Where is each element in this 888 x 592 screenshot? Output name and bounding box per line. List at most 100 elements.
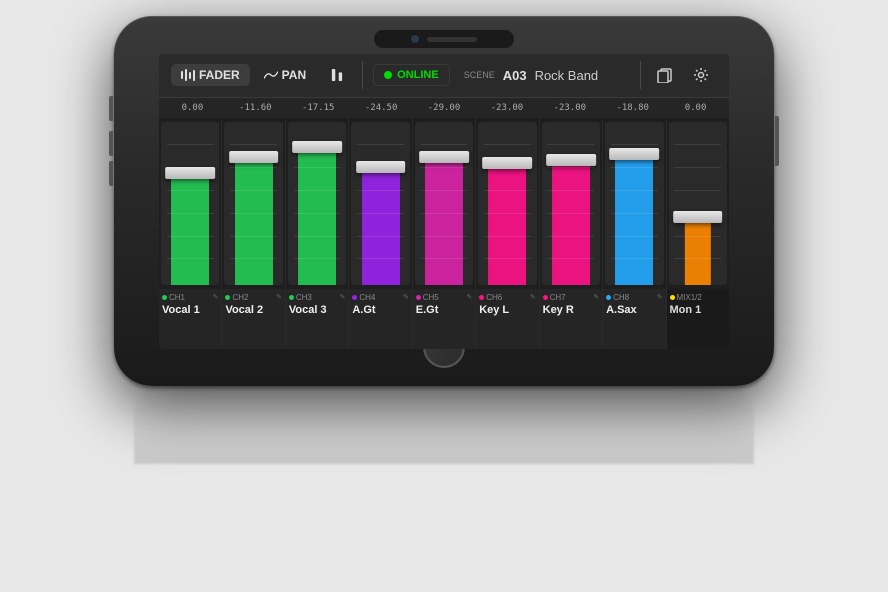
fader-handle-3[interactable] bbox=[356, 161, 406, 173]
channel-strip-0[interactable] bbox=[159, 118, 222, 289]
channel-name-1: Vocal 2 bbox=[225, 304, 281, 316]
scene-id: A03 bbox=[503, 68, 527, 83]
db-row: 0.00-11.60-17.15-24.50-29.00-23.00-23.00… bbox=[159, 98, 729, 118]
fader-handle-6[interactable] bbox=[546, 154, 596, 166]
phone-top-bar bbox=[374, 30, 514, 48]
camera bbox=[411, 35, 419, 43]
fader-fill-0 bbox=[171, 167, 209, 284]
fader-track-4 bbox=[415, 122, 473, 285]
online-label: ONLINE bbox=[397, 69, 439, 81]
fader-label: FADER bbox=[199, 68, 240, 82]
channel-id-2: CH3 ✎ bbox=[289, 293, 345, 302]
channel-label-1: CH2✎ Vocal 2 bbox=[222, 289, 285, 349]
graph-button[interactable] bbox=[320, 65, 354, 85]
db-value-4: -29.00 bbox=[413, 103, 476, 113]
channel-strip-8[interactable] bbox=[667, 118, 729, 289]
db-value-3: -24.50 bbox=[350, 103, 413, 113]
fader-fill-7 bbox=[615, 148, 653, 285]
db-value-1: -11.60 bbox=[224, 103, 287, 113]
channel-label-3: CH4 ✎ A.Gt bbox=[349, 289, 412, 349]
pan-button[interactable]: PAN bbox=[254, 64, 316, 86]
toolbar-divider2 bbox=[640, 61, 641, 89]
speaker bbox=[427, 37, 477, 42]
channel-name-0: Vocal 1 bbox=[162, 304, 218, 316]
db-value-0: 0.00 bbox=[161, 103, 224, 113]
fader-track-6 bbox=[542, 122, 600, 285]
fader-track-3 bbox=[351, 122, 409, 285]
channel-strip-5[interactable] bbox=[476, 118, 539, 289]
fader-handle-5[interactable] bbox=[483, 157, 533, 169]
channel-strip-3[interactable] bbox=[349, 118, 412, 289]
online-indicator bbox=[384, 71, 392, 79]
channel-id-text-0: CH1 bbox=[169, 293, 185, 302]
pan-label: PAN bbox=[282, 68, 306, 82]
copy-button[interactable] bbox=[649, 59, 681, 91]
fader-track-0 bbox=[161, 122, 219, 285]
channel-id-text-6: CH7 bbox=[550, 293, 566, 302]
scene-name: Rock Band bbox=[535, 68, 599, 83]
channel-label-2: CH3 ✎ Vocal 3 bbox=[286, 289, 349, 349]
fader-button[interactable]: FADER bbox=[171, 64, 250, 86]
fader-track-8 bbox=[669, 122, 727, 285]
edit-icon-5: ✎ bbox=[530, 293, 536, 301]
channel-name-2: Vocal 3 bbox=[289, 304, 345, 316]
channel-strip-4[interactable] bbox=[413, 118, 476, 289]
channel-id-text-7: CH8 bbox=[613, 293, 629, 302]
channel-strip-6[interactable] bbox=[540, 118, 603, 289]
fader-handle-4[interactable] bbox=[419, 151, 469, 163]
db-value-2: -17.15 bbox=[287, 103, 350, 113]
db-value-7: -18.80 bbox=[601, 103, 664, 113]
fader-fill-6 bbox=[552, 154, 590, 284]
settings-button[interactable] bbox=[685, 59, 717, 91]
screen: FADER PAN bbox=[159, 54, 729, 349]
channel-id-5: CH6 ✎ bbox=[479, 293, 535, 302]
edit-icon-0: ✎ bbox=[213, 293, 219, 301]
channel-id-text-5: CH6 bbox=[486, 293, 502, 302]
channel-id-text-2: CH3 bbox=[296, 293, 312, 302]
fader-handle-7[interactable] bbox=[609, 148, 659, 160]
channel-id-text-4: CH5 bbox=[423, 293, 439, 302]
channel-id-7: CH8✎ bbox=[606, 293, 662, 302]
edit-icon-6: ✎ bbox=[593, 293, 599, 301]
fader-fill-1 bbox=[235, 151, 273, 285]
fader-handle-8[interactable] bbox=[673, 211, 723, 223]
fader-track-5 bbox=[478, 122, 536, 285]
scene-prefix: SCENE bbox=[464, 70, 495, 80]
channel-label-7: CH8✎ A.Sax bbox=[603, 289, 666, 349]
fader-fill-5 bbox=[488, 157, 526, 284]
channel-name-7: A.Sax bbox=[606, 304, 662, 316]
fader-handle-2[interactable] bbox=[292, 141, 342, 153]
channel-name-3: A.Gt bbox=[352, 304, 408, 316]
channel-labels: CH1 ✎ Vocal 1 CH2✎ Vocal 2 CH3 ✎ Vocal 3 CH4 ✎ A.G… bbox=[159, 289, 729, 349]
phone-body: FADER PAN bbox=[114, 16, 774, 386]
channel-label-4: CH5✎E.Gt bbox=[413, 289, 476, 349]
mixer-body: CH1 ✎ Vocal 1 CH2✎ Vocal 2 CH3 ✎ Vocal 3 CH4 ✎ A.G… bbox=[159, 118, 729, 349]
channel-id-1: CH2✎ bbox=[225, 293, 281, 302]
channel-id-8: MIX1/2 bbox=[670, 293, 726, 302]
toolbar-divider bbox=[362, 61, 363, 89]
edit-icon-2: ✎ bbox=[339, 293, 345, 301]
db-value-8: 0.00 bbox=[664, 103, 727, 113]
channel-label-6: CH7 ✎ Key R bbox=[540, 289, 603, 349]
channel-id-text-3: CH4 bbox=[359, 293, 375, 302]
channel-strip-2[interactable] bbox=[286, 118, 349, 289]
fader-track-1 bbox=[224, 122, 282, 285]
fader-handle-0[interactable] bbox=[165, 167, 215, 179]
channel-label-5: CH6 ✎ Key L bbox=[476, 289, 539, 349]
channel-label-8: MIX1/2 Mon 1 bbox=[667, 289, 729, 349]
channel-name-4: E.Gt bbox=[416, 304, 472, 316]
db-value-6: -23.00 bbox=[538, 103, 601, 113]
channel-strip-7[interactable] bbox=[603, 118, 666, 289]
edit-icon-3: ✎ bbox=[403, 293, 409, 301]
channel-name-8: Mon 1 bbox=[670, 304, 726, 316]
channel-name-6: Key R bbox=[543, 304, 599, 316]
channel-strip-1[interactable] bbox=[222, 118, 285, 289]
toolbar: FADER PAN bbox=[159, 54, 729, 98]
phone-wrapper: FADER PAN bbox=[94, 16, 794, 576]
fader-fill-3 bbox=[362, 161, 400, 285]
online-button[interactable]: ONLINE bbox=[373, 64, 450, 86]
fader-handle-1[interactable] bbox=[229, 151, 279, 163]
channel-name-5: Key L bbox=[479, 304, 535, 316]
fader-track-7 bbox=[605, 122, 663, 285]
fader-track-2 bbox=[288, 122, 346, 285]
